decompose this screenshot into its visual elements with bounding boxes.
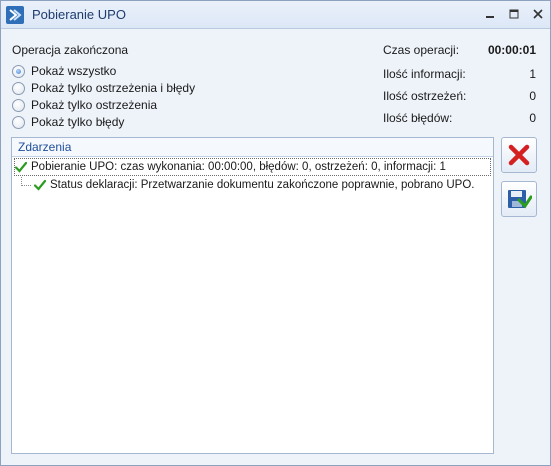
error-count-value: 0 — [529, 111, 536, 125]
dialog-window: Pobieranie UPO Operacja zakończona Pokaż… — [0, 0, 551, 466]
events-header: Zdarzenia — [12, 138, 493, 157]
tree-connector — [21, 185, 31, 186]
info-count-value: 1 — [529, 67, 536, 81]
checkmark-icon — [15, 161, 27, 173]
radio-show-all[interactable] — [12, 64, 25, 78]
maximize-icon — [509, 9, 519, 19]
time-label: Czas operacji: — [383, 43, 460, 57]
event-row[interactable]: Status deklaracji: Przetwarzanie dokumen… — [34, 176, 474, 194]
close-button[interactable] — [527, 5, 549, 23]
error-count-label: Ilość błędów: — [383, 111, 453, 125]
event-text: Pobieranie UPO: czas wykonania: 00:00:00… — [31, 161, 446, 173]
status-title: Operacja zakończona — [12, 43, 129, 57]
radio-warnings-and-errors[interactable] — [12, 81, 25, 95]
save-button[interactable] — [501, 181, 537, 217]
filter-label: Pokaż tylko błędy — [31, 115, 125, 129]
window-title: Pobieranie UPO — [32, 7, 126, 22]
radio-errors-only[interactable] — [12, 115, 25, 129]
warning-count-value: 0 — [529, 89, 536, 103]
events-panel: Zdarzenia Pobieranie UPO: czas wykonania… — [11, 137, 494, 454]
radio-warnings-only[interactable] — [12, 98, 25, 112]
maximize-button[interactable] — [503, 5, 525, 23]
event-row[interactable]: Pobieranie UPO: czas wykonania: 00:00:00… — [14, 158, 491, 176]
filter-label: Pokaż tylko ostrzeżenia i błędy — [31, 81, 196, 95]
cancel-button[interactable] — [501, 137, 537, 173]
filter-warnings-only[interactable]: Pokaż tylko ostrzeżenia — [12, 97, 157, 113]
event-text: Status deklaracji: Przetwarzanie dokumen… — [50, 179, 475, 191]
filter-label: Pokaż tylko ostrzeżenia — [31, 98, 158, 112]
filter-label: Pokaż wszystko — [31, 64, 117, 78]
minimize-button[interactable] — [479, 5, 501, 23]
minimize-icon — [486, 16, 494, 18]
warning-count-label: Ilość ostrzeżeń: — [383, 89, 467, 103]
app-icon — [6, 6, 24, 24]
filter-warnings-and-errors[interactable]: Pokaż tylko ostrzeżenia i błędy — [12, 80, 195, 96]
filter-errors-only[interactable]: Pokaż tylko błędy — [12, 114, 124, 130]
checkmark-icon — [34, 179, 46, 191]
filter-show-all[interactable]: Pokaż wszystko — [12, 63, 116, 79]
save-disk-icon — [508, 190, 532, 209]
close-icon — [533, 9, 543, 19]
red-x-icon — [508, 144, 530, 166]
time-value: 00:00:01 — [487, 43, 536, 57]
title-bar[interactable]: Pobieranie UPO — [1, 1, 550, 29]
info-count-label: Ilość informacji: — [383, 67, 466, 81]
dialog-content: Operacja zakończona Pokaż wszystko Pokaż… — [2, 30, 550, 465]
